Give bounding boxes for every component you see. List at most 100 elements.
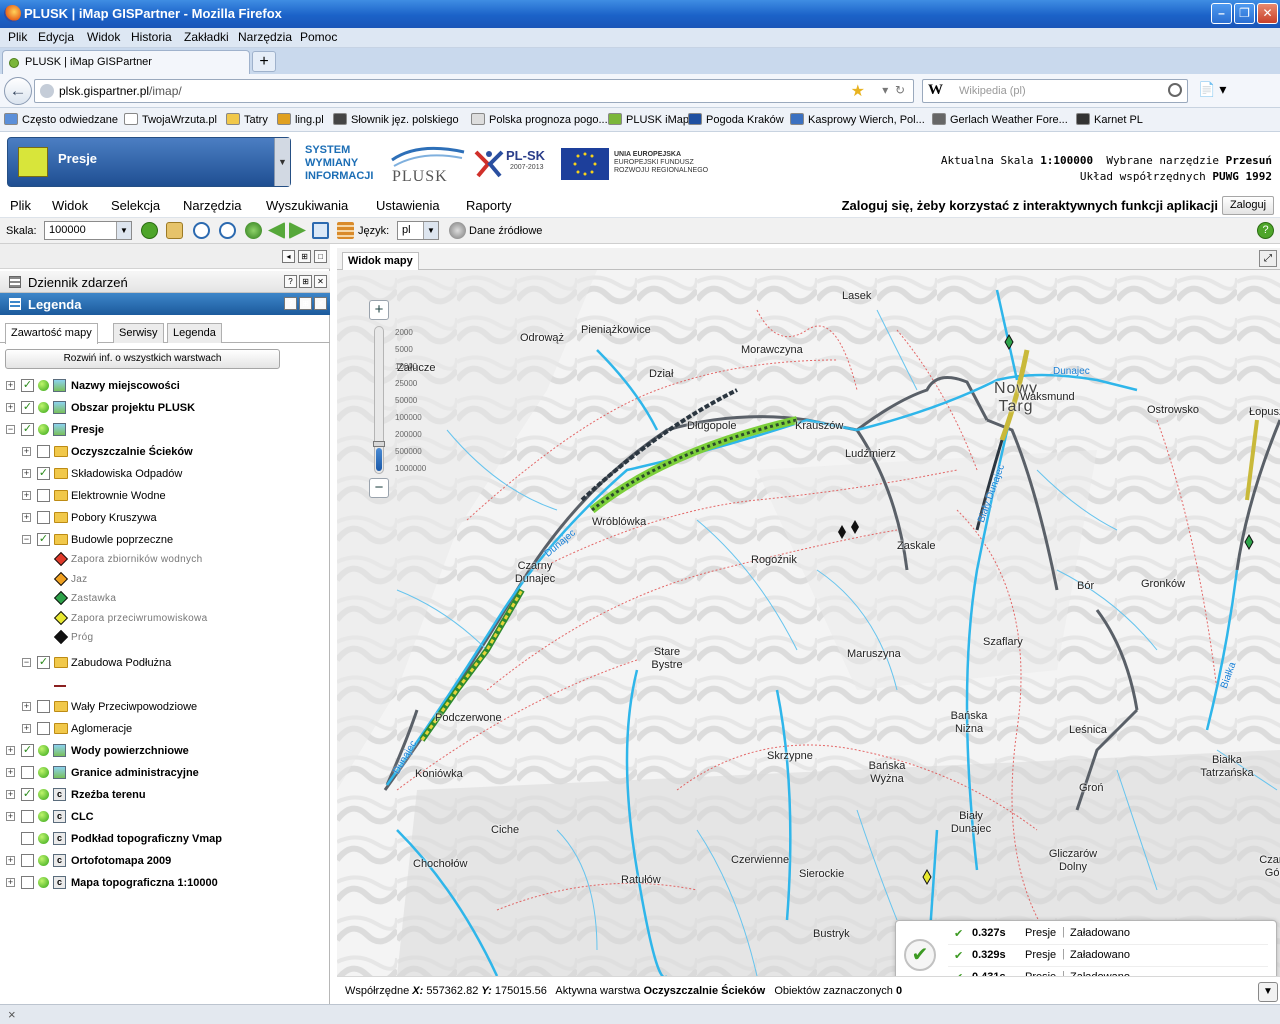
help-icon[interactable]: ?: [284, 297, 297, 310]
menu-plik[interactable]: Plik: [8, 30, 27, 44]
journal-panel-header[interactable]: Dziennik zdarzeń ? ⊞ ✕: [0, 271, 330, 293]
expand-icon[interactable]: +: [22, 469, 31, 478]
layer-checkbox[interactable]: [37, 511, 50, 524]
close-addon-bar-icon[interactable]: ×: [8, 1007, 16, 1022]
expand-icon[interactable]: +: [22, 701, 31, 711]
menu-widok[interactable]: Widok: [87, 30, 120, 44]
previous-extent-icon[interactable]: [268, 222, 285, 239]
back-button[interactable]: ←: [4, 77, 32, 105]
tab-map-view[interactable]: Widok mapy: [342, 252, 419, 270]
tab-legend[interactable]: Legenda: [167, 323, 222, 343]
menu-pomoc[interactable]: Pomoc: [300, 30, 337, 44]
bookmark-item[interactable]: Polska prognoza pogo...: [471, 113, 608, 126]
wikipedia-icon[interactable]: W: [928, 82, 943, 99]
layer-checkbox[interactable]: [21, 853, 34, 867]
pan-hand-icon[interactable]: [166, 222, 183, 239]
bookmark-item[interactable]: Słownik jęz. polskiego: [333, 113, 459, 126]
menu-narzedzia[interactable]: Narzędzia: [238, 30, 292, 44]
bookmark-item[interactable]: ling.pl: [277, 113, 324, 126]
layer-checkbox[interactable]: [37, 489, 50, 502]
expand-icon[interactable]: +: [6, 403, 15, 412]
menu-zakladki[interactable]: Zakładki: [184, 30, 229, 44]
expand-icon[interactable]: +: [6, 381, 15, 390]
app-menu-selekcja[interactable]: Selekcja: [111, 198, 160, 213]
layer-checkbox[interactable]: [37, 445, 50, 458]
expand-icon[interactable]: +: [22, 513, 31, 522]
search-bar[interactable]: W Wikipedia (pl): [922, 79, 1188, 103]
print-icon[interactable]: [312, 222, 329, 239]
panel-collapse-icon[interactable]: ◂: [282, 250, 295, 263]
layer-checkbox[interactable]: ✓: [37, 467, 50, 480]
layer-checkbox[interactable]: ✓: [21, 423, 34, 436]
close-icon[interactable]: ✕: [314, 297, 327, 310]
zoom-slider-handle[interactable]: [373, 441, 385, 447]
help-icon[interactable]: ?: [284, 275, 297, 288]
layer-checkbox[interactable]: ✓: [21, 379, 34, 392]
new-tab-button[interactable]: +: [252, 51, 276, 72]
expand-icon[interactable]: +: [6, 745, 15, 755]
bookmark-star-icon[interactable]: ★: [851, 81, 865, 101]
menu-historia[interactable]: Historia: [131, 30, 172, 44]
expand-icon[interactable]: +: [6, 767, 15, 777]
layer-checkbox[interactable]: [21, 765, 34, 779]
layer-checkbox[interactable]: [21, 875, 34, 889]
bookmark-item[interactable]: Pogoda Kraków: [688, 113, 784, 126]
detach-icon[interactable]: ⊞: [299, 275, 312, 288]
layer-checkbox[interactable]: [21, 831, 34, 845]
zoom-out-button[interactable]: −: [369, 478, 389, 498]
bookmark-item[interactable]: Tatry: [226, 113, 268, 126]
zoom-in-button[interactable]: +: [369, 300, 389, 320]
layer-checkbox[interactable]: ✓: [37, 655, 50, 669]
expand-icon[interactable]: +: [6, 877, 15, 887]
legend-panel-header[interactable]: Legenda ? ⊞ ✕: [0, 293, 330, 315]
panel-detach-icon[interactable]: ⊞: [298, 250, 311, 263]
bookmark-item[interactable]: Gerlach Weather Fore...: [932, 113, 1068, 126]
chevron-down-icon[interactable]: ▼: [274, 138, 290, 186]
info-icon[interactable]: [141, 222, 158, 239]
close-window-button[interactable]: ✕: [1257, 3, 1278, 24]
expand-all-layers-button[interactable]: Rozwiń inf. o wszystkich warstwach: [5, 349, 280, 369]
browser-tab[interactable]: PLUSK | iMap GISPartner: [2, 50, 250, 74]
source-data-link[interactable]: Dane źródłowe: [469, 225, 542, 237]
help-icon[interactable]: ?: [1257, 222, 1274, 239]
map-expand-icon[interactable]: ⤢: [1259, 250, 1277, 267]
search-icon[interactable]: [1168, 83, 1182, 97]
layer-checkbox[interactable]: ✓: [21, 787, 34, 801]
collapse-icon[interactable]: −: [22, 535, 31, 544]
scale-select[interactable]: 100000 ▼: [44, 221, 132, 240]
panel-maximize-icon[interactable]: □: [314, 250, 327, 263]
bookmark-item[interactable]: Często odwiedzane: [4, 113, 118, 126]
app-menu-widok[interactable]: Widok: [52, 198, 88, 213]
expand-icon[interactable]: +: [22, 723, 31, 733]
collapse-icon[interactable]: −: [6, 425, 15, 434]
project-selector[interactable]: Presje ▼: [7, 137, 291, 187]
app-menu-narzedzia[interactable]: Narzędzia: [183, 198, 242, 213]
gear-icon[interactable]: [449, 222, 466, 239]
bookmark-item[interactable]: TwojaWrzuta.pl: [124, 113, 217, 126]
expand-icon[interactable]: +: [6, 855, 15, 865]
app-menu-plik[interactable]: Plik: [10, 198, 31, 213]
expand-icon[interactable]: +: [6, 789, 15, 799]
layer-checkbox[interactable]: [37, 721, 50, 735]
map-canvas[interactable]: Lasek Pieniążkowice Odrowąż Morawczyna Załuc…: [337, 270, 1280, 976]
chevron-down-icon[interactable]: ▼: [1258, 982, 1278, 1002]
menu-edycja[interactable]: Edycja: [38, 30, 74, 44]
table-icon[interactable]: [337, 222, 354, 239]
app-menu-ustawienia[interactable]: Ustawienia: [376, 198, 440, 213]
detach-icon[interactable]: ⊞: [299, 297, 312, 310]
bookmark-item[interactable]: PLUSK iMap: [608, 113, 689, 126]
zoom-out-icon[interactable]: [219, 222, 236, 239]
maximize-button[interactable]: ❐: [1234, 3, 1255, 24]
next-extent-icon[interactable]: [289, 222, 306, 239]
app-menu-raporty[interactable]: Raporty: [466, 198, 512, 213]
layer-checkbox[interactable]: ✓: [21, 401, 34, 414]
site-identity-icon[interactable]: [40, 84, 54, 98]
tab-map-content[interactable]: Zawartość mapy: [5, 323, 98, 344]
layer-checkbox[interactable]: ✓: [37, 533, 50, 546]
expand-icon[interactable]: +: [6, 811, 15, 821]
expand-icon[interactable]: +: [22, 447, 31, 456]
layer-checkbox[interactable]: [37, 699, 50, 713]
close-icon[interactable]: ✕: [314, 275, 327, 288]
expand-icon[interactable]: +: [22, 491, 31, 500]
url-controls[interactable]: ▾ ↻: [882, 83, 905, 97]
